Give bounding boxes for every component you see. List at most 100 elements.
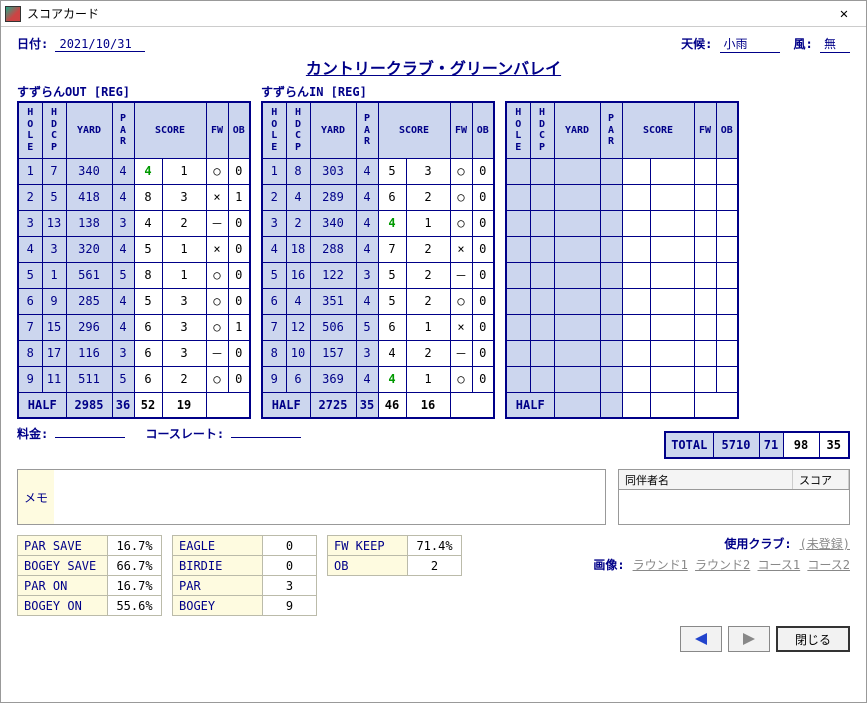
score-row[interactable]: 715296463○1	[18, 314, 250, 340]
course-title: カントリークラブ・グリーンバレイ	[17, 55, 850, 79]
score-row[interactable]: 313138342－0	[18, 210, 250, 236]
used-clubs-label: 使用クラブ:	[724, 535, 791, 552]
col-header-score: SCORE	[622, 102, 694, 158]
score-row[interactable]	[506, 366, 738, 392]
score-row[interactable]: 24289462○0	[262, 184, 494, 210]
col-header-yard: YARD	[66, 102, 112, 158]
score-row[interactable]: 817116363－0	[18, 340, 250, 366]
col-header-fw: FW	[450, 102, 472, 158]
companion-header: 同伴者名 スコア	[619, 470, 849, 490]
stats-row: PAR SAVE16.7%BOGEY SAVE66.7%PAR ON16.7%B…	[17, 535, 850, 616]
score-row[interactable]: 418288472×0	[262, 236, 494, 262]
titlebar: スコアカード ✕	[1, 1, 866, 27]
scorecard-1: すずらんIN [REG] H O L EH D C PYARDP A RSCORE…	[261, 83, 495, 419]
score-row[interactable]: 712506561×0	[262, 314, 494, 340]
close-button[interactable]: 閉じる	[776, 626, 850, 652]
col-header-yard: YARD	[310, 102, 356, 158]
score-row[interactable]: 810157342－0	[262, 340, 494, 366]
score-row[interactable]: 64351452○0	[262, 288, 494, 314]
score-row[interactable]	[506, 184, 738, 210]
image-link[interactable]: ラウンド2	[695, 558, 750, 572]
image-link[interactable]: コース1	[758, 558, 801, 572]
date-value[interactable]: 2021/10/31	[55, 37, 145, 52]
stat-row: BOGEY SAVE66.7%	[18, 556, 162, 576]
col-header-hole: H O L E	[506, 102, 530, 158]
stat-row: OB2	[328, 556, 462, 576]
fee-value[interactable]	[55, 437, 125, 438]
weather-label: 天候:	[681, 37, 712, 51]
col-header-fw: FW	[206, 102, 228, 158]
stat-row: EAGLE0	[173, 536, 317, 556]
companion-score-header: スコア	[793, 470, 849, 489]
companion-name-header: 同伴者名	[619, 470, 793, 489]
score-row[interactable]: 516122352－0	[262, 262, 494, 288]
score-row[interactable]	[506, 314, 738, 340]
window-title: スコアカード	[27, 5, 826, 22]
image-link[interactable]: ラウンド1	[633, 558, 688, 572]
total-summary: TOTAL5710719835	[664, 431, 850, 459]
prev-button[interactable]	[680, 626, 722, 652]
score-row[interactable]	[506, 158, 738, 184]
col-header-par: P A R	[600, 102, 622, 158]
wind-value[interactable]: 無	[820, 35, 850, 53]
score-row[interactable]	[506, 236, 738, 262]
below-cards-row: 料金: コースレート: TOTAL5710719835	[17, 425, 850, 459]
score-row[interactable]: 43320451×0	[18, 236, 250, 262]
col-header-ob: OB	[472, 102, 494, 158]
date-field: 日付: 2021/10/31	[17, 35, 145, 52]
scorecard-label	[505, 83, 739, 99]
half-row: HALF2725354616	[262, 392, 494, 418]
score-row[interactable]: 96369441○0	[262, 366, 494, 392]
memo-row: メモ 同伴者名 スコア	[17, 469, 850, 525]
col-header-hole: H O L E	[18, 102, 42, 158]
image-link[interactable]: コース2	[807, 558, 850, 572]
score-row[interactable]: 69285453○0	[18, 288, 250, 314]
score-row[interactable]: 911511562○0	[18, 366, 250, 392]
score-row[interactable]	[506, 340, 738, 366]
col-header-ob: OB	[716, 102, 738, 158]
footer-buttons: 閉じる	[17, 626, 850, 652]
score-row[interactable]	[506, 262, 738, 288]
fee-label: 料金:	[17, 427, 48, 441]
header-row: 日付: 2021/10/31 天候: 小雨 風: 無	[17, 35, 850, 53]
weather-field: 天候: 小雨	[681, 35, 779, 53]
stat-row: FW KEEP71.4%	[328, 536, 462, 556]
fee-field: 料金:	[17, 425, 125, 442]
score-row[interactable]: 32340441○0	[262, 210, 494, 236]
wind-label: 風:	[794, 37, 813, 51]
stat-row: PAR ON16.7%	[18, 576, 162, 596]
half-row: HALF	[506, 392, 738, 418]
score-table: H O L EH D C PYARDP A RSCOREFWOB18303453…	[261, 101, 495, 419]
images-label: 画像:	[593, 556, 624, 573]
score-row[interactable]: 18303453○0	[262, 158, 494, 184]
courserate-value[interactable]	[231, 437, 301, 438]
used-clubs-link[interactable]: (未登録)	[800, 535, 850, 552]
stat-row: BIRDIE0	[173, 556, 317, 576]
weather-value[interactable]: 小雨	[720, 35, 780, 53]
clubs-and-images: 使用クラブ: (未登録) 画像: ラウンド1 ラウンド2 コース1 コース2	[472, 535, 850, 573]
scorecard-label: すずらんIN [REG]	[261, 83, 495, 99]
score-row[interactable]	[506, 210, 738, 236]
scorecard-label: すずらんOUT [REG]	[17, 83, 251, 99]
score-row[interactable]	[506, 288, 738, 314]
next-button[interactable]	[728, 626, 770, 652]
col-header-par: P A R	[356, 102, 378, 158]
score-row[interactable]: 25418483×1	[18, 184, 250, 210]
scorecards-row: すずらんOUT [REG] H O L EH D C PYARDP A RSCOR…	[17, 83, 850, 419]
col-header-yard: YARD	[554, 102, 600, 158]
window-close-button[interactable]: ✕	[826, 3, 862, 25]
half-row: HALF2985365219	[18, 392, 250, 418]
scorecard-2: H O L EH D C PYARDP A RSCOREFWOBHALF	[505, 83, 739, 419]
memo-label: メモ	[18, 470, 54, 524]
image-links: ラウンド1 ラウンド2 コース1 コース2	[633, 556, 850, 573]
date-label: 日付:	[17, 37, 48, 51]
courserate-field: コースレート:	[145, 425, 301, 442]
score-row[interactable]: 17340441○0	[18, 158, 250, 184]
companion-table[interactable]: 同伴者名 スコア	[618, 469, 850, 525]
stats-table-3: FW KEEP71.4%OB2	[327, 535, 462, 576]
stat-row: BOGEY9	[173, 596, 317, 616]
scorecard-window: スコアカード ✕ 日付: 2021/10/31 天候: 小雨 風: 無 カントリ…	[0, 0, 867, 703]
wind-field: 風: 無	[794, 35, 850, 53]
score-row[interactable]: 51561581○0	[18, 262, 250, 288]
memo-textarea[interactable]	[54, 470, 605, 524]
